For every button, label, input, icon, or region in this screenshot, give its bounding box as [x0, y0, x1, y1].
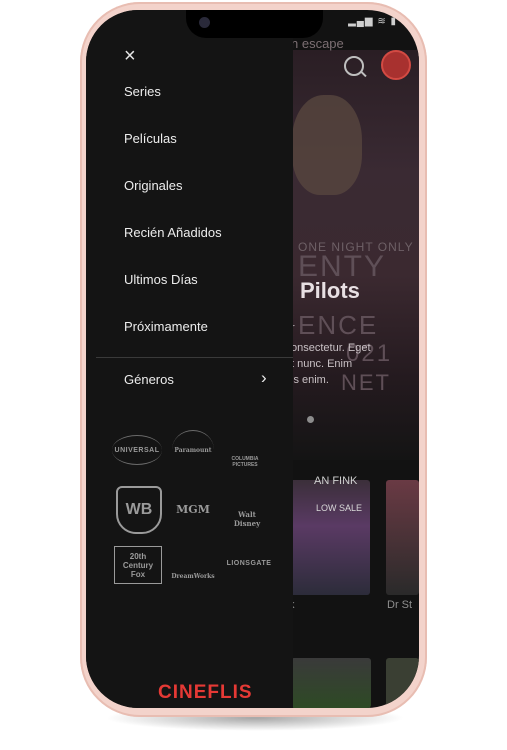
brand-logo: CINEFLIS: [158, 682, 253, 703]
carousel-dot[interactable]: [307, 416, 314, 423]
hero-top-text: n escape: [291, 36, 344, 51]
menu-item-originales[interactable]: Originales: [124, 178, 183, 193]
menu-item-peliculas[interactable]: Películas: [124, 131, 177, 146]
hero-description: onsectetur. Eget: [291, 342, 371, 354]
hero-image: [292, 95, 362, 195]
hero-description: is enim.: [291, 374, 329, 386]
columbia-logo[interactable]: COLUMBIA PICTURES: [224, 434, 266, 468]
menu-item-recien-anadidos[interactable]: Recién Añadidos: [124, 225, 222, 240]
universal-logo[interactable]: UNIVERSAL: [112, 435, 162, 465]
poster-card[interactable]: [286, 480, 370, 595]
menu-item-ultimos-dias[interactable]: Ultimos Días: [124, 272, 198, 287]
poster-text: AN FINK: [314, 475, 358, 487]
side-drawer: × Series Películas Originales Recién Aña…: [86, 10, 293, 708]
hero-art-text: ENCE: [298, 310, 379, 340]
paramount-logo[interactable]: Paramount: [172, 430, 214, 469]
warner-bros-logo[interactable]: WB: [116, 486, 162, 534]
avatar[interactable]: [381, 50, 411, 80]
chevron-right-icon[interactable]: ›: [261, 368, 267, 388]
lionsgate-logo[interactable]: LIONSGATE: [224, 555, 274, 571]
hero-description: t nunc. Enim: [291, 358, 353, 370]
search-icon[interactable]: [344, 56, 364, 76]
menu-item-series[interactable]: Series: [124, 84, 161, 99]
row-label: Dr St: [387, 599, 413, 611]
genres-menu-item[interactable]: Géneros: [124, 372, 274, 387]
dreamworks-logo[interactable]: DreamWorks: [170, 550, 216, 580]
poster-card[interactable]: [386, 480, 419, 595]
poster-text: LOW SALE: [316, 503, 363, 513]
mgm-logo[interactable]: MGM: [172, 494, 214, 524]
poster-card[interactable]: [291, 658, 371, 708]
camera-icon: [199, 17, 210, 28]
divider: [96, 357, 293, 358]
screen: ▂▄▆ ≋ ▮ n escape ONE NIGHT ONLY ENTY ENC…: [86, 10, 419, 708]
menu-item-proximamente[interactable]: Próximamente: [124, 319, 208, 334]
close-icon[interactable]: ×: [124, 45, 136, 68]
disney-logo[interactable]: Walt Disney: [226, 488, 268, 528]
hero-title: Pilots: [300, 278, 360, 303]
hero-art-text: NET: [341, 370, 391, 395]
fox-logo[interactable]: 20th Century Fox: [114, 546, 162, 584]
poster-card[interactable]: [386, 658, 419, 708]
status-bar: ▂▄▆ ≋ ▮: [348, 16, 397, 27]
